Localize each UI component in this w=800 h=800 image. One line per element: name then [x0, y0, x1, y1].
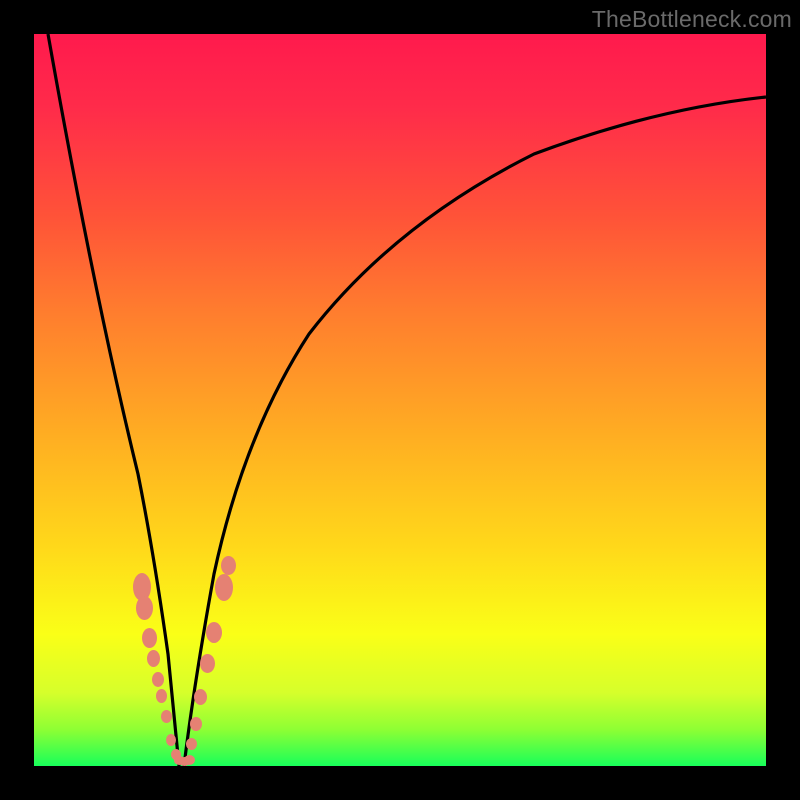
marker-dot [136, 596, 153, 620]
plot-area [34, 34, 766, 766]
marker-dot [147, 650, 160, 667]
bottleneck-curve [34, 34, 766, 766]
marker-dot [161, 710, 172, 723]
marker-dot [190, 717, 202, 731]
curve-right-branch [184, 97, 766, 766]
marker-dot [184, 755, 195, 765]
marker-dot [206, 622, 222, 643]
watermark-text: TheBottleneck.com [592, 6, 792, 33]
marker-dot [156, 689, 167, 703]
marker-dot [215, 574, 233, 601]
marker-dot [142, 628, 157, 648]
marker-dot [186, 738, 197, 750]
chart-frame: TheBottleneck.com [0, 0, 800, 800]
marker-dot [194, 689, 207, 705]
marker-dot [166, 734, 176, 746]
marker-dot [152, 672, 164, 687]
marker-dot [200, 654, 215, 673]
marker-dot [221, 556, 236, 575]
